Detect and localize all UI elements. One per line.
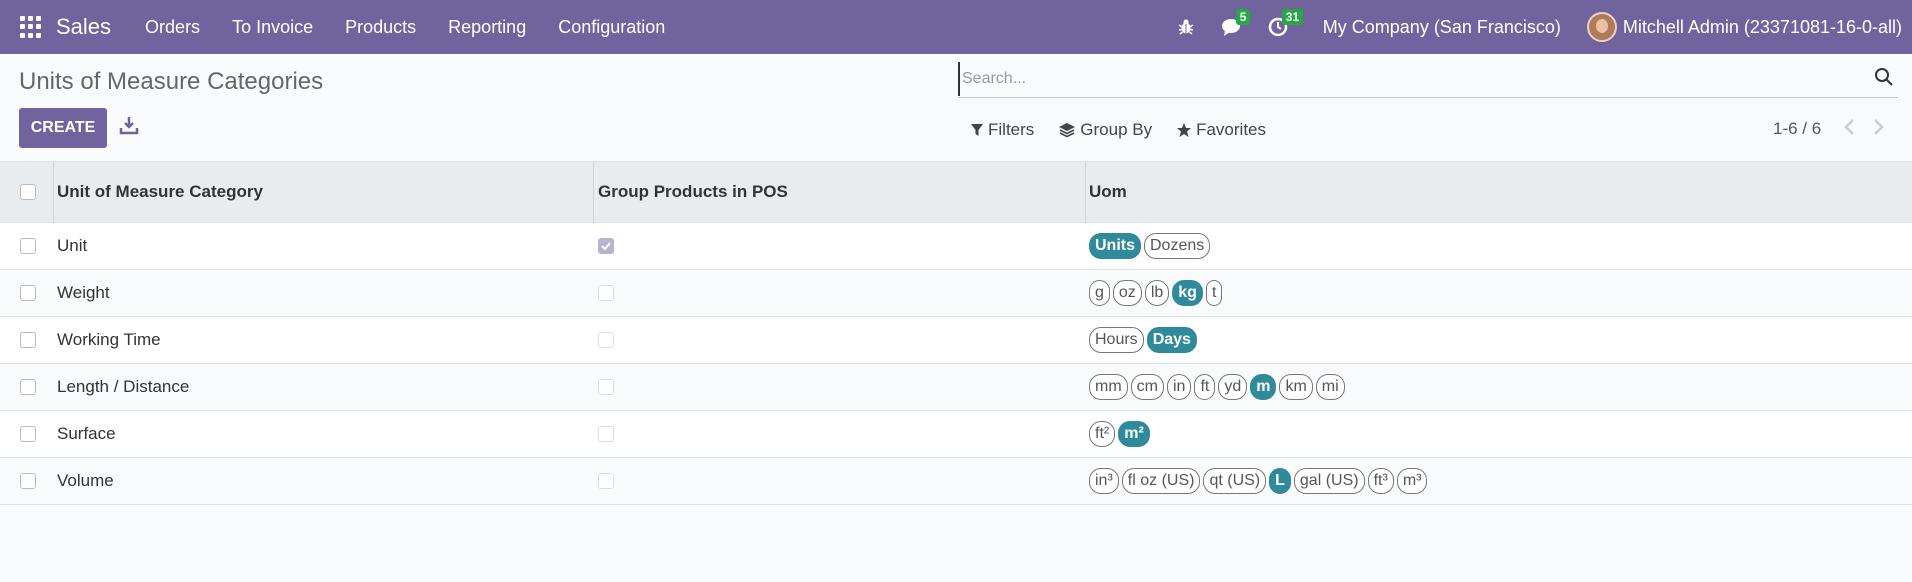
uom-tag: m³: [1396, 468, 1428, 494]
table-header: Unit of Measure Category Group Products …: [0, 161, 1912, 224]
uom-tags: ft² m²: [1089, 421, 1153, 447]
uom-tag-reference: Days: [1146, 327, 1197, 353]
uom-tag: yd: [1218, 374, 1248, 400]
header-category[interactable]: Unit of Measure Category: [57, 182, 263, 202]
user-avatar[interactable]: [1586, 12, 1617, 42]
uom-tag: mm: [1089, 374, 1128, 400]
group-pos-checkbox: [598, 332, 614, 348]
filters-label: Filters: [988, 120, 1035, 139]
category-name: Weight: [57, 283, 110, 302]
search-bar: [958, 62, 1898, 98]
uom-tag: qt (US): [1203, 468, 1267, 494]
menu-orders[interactable]: Orders: [129, 0, 216, 54]
category-name: Working Time: [57, 330, 161, 349]
menu-products[interactable]: Products: [329, 0, 432, 54]
select-all-checkbox[interactable]: [20, 184, 36, 200]
favorites-label: Favorites: [1196, 120, 1267, 139]
uom-tag: km: [1279, 374, 1313, 400]
groupby-label: Group By: [1080, 120, 1153, 139]
table-row[interactable]: Unit Units Dozens: [0, 223, 1912, 270]
row-select-checkbox[interactable]: [20, 332, 36, 348]
uom-tag: ft: [1194, 374, 1216, 400]
uom-tag-reference: L: [1269, 468, 1291, 494]
uom-tag: oz: [1112, 280, 1142, 306]
pager-value[interactable]: 1-6 / 6: [1773, 119, 1821, 139]
uom-tag-reference: m²: [1118, 421, 1150, 447]
category-name: Unit: [57, 236, 88, 255]
uom-tag: cm: [1130, 374, 1164, 400]
menu-configuration[interactable]: Configuration: [542, 0, 681, 54]
uom-tags: Hours Days: [1089, 327, 1200, 353]
page-title[interactable]: Units of Measure Categories: [19, 68, 323, 96]
star-icon: [1177, 123, 1192, 137]
groupby-dropdown[interactable]: Group By: [1058, 120, 1152, 140]
messages-chat-icon[interactable]: 5: [1217, 0, 1251, 54]
uom-tag: ft²: [1089, 421, 1116, 447]
app-name[interactable]: Sales: [56, 14, 111, 40]
uom-tag-reference: m: [1250, 374, 1277, 400]
filters-dropdown[interactable]: Filters: [970, 120, 1034, 140]
uom-tag-reference: Units: [1089, 233, 1141, 259]
uom-tag: in³: [1089, 468, 1119, 494]
group-pos-checkbox: [598, 426, 614, 442]
search-icon[interactable]: [1874, 67, 1898, 91]
uom-category-list: Unit of Measure Category Group Products …: [0, 161, 1912, 505]
uom-tags: Units Dozens: [1089, 233, 1213, 259]
user-menu[interactable]: Mitchell Admin (23371081-16-0-all): [1623, 17, 1902, 38]
category-name: Surface: [57, 424, 116, 443]
group-pos-checkbox: [598, 473, 614, 489]
uom-tag: t: [1205, 280, 1223, 306]
row-select-checkbox[interactable]: [20, 379, 36, 395]
category-name: Volume: [57, 471, 114, 490]
uom-tag: lb: [1144, 280, 1170, 306]
uom-tag: mi: [1315, 374, 1345, 400]
filter-icon: [971, 124, 983, 136]
uom-tag: fl oz (US): [1121, 468, 1201, 494]
category-name: Length / Distance: [57, 377, 190, 396]
pager-next-icon[interactable]: [1871, 117, 1885, 137]
uom-tag-reference: kg: [1172, 280, 1203, 306]
uom-tag: in: [1166, 374, 1192, 400]
group-pos-checkbox: [598, 379, 614, 395]
messages-badge: 5: [1235, 9, 1251, 25]
navbar-right: 5 31 My Company (San Francisco) Mitchell…: [1163, 0, 1912, 54]
search-panel-toggles: Filters Group By Favorites: [970, 120, 1290, 140]
header-uom[interactable]: Uom: [1089, 182, 1127, 202]
table-row[interactable]: Length / Distance mm cm in ft yd m km mi: [0, 364, 1912, 411]
menu-to-invoice[interactable]: To Invoice: [216, 0, 329, 54]
uom-tag: gal (US): [1293, 468, 1365, 494]
header-group-pos[interactable]: Group Products in POS: [598, 182, 788, 202]
debug-bug-icon[interactable]: [1171, 0, 1201, 54]
table-row[interactable]: Volume in³ fl oz (US) qt (US) Lgal (US) ft³ m³: [0, 458, 1912, 505]
uom-tag: Dozens: [1144, 233, 1211, 259]
uom-tag: g: [1089, 280, 1110, 306]
group-pos-checkbox: [598, 238, 614, 254]
activities-clock-icon[interactable]: 31: [1263, 0, 1304, 54]
group-pos-checkbox: [598, 285, 614, 301]
row-select-checkbox[interactable]: [20, 473, 36, 489]
uom-tag: Hours: [1089, 327, 1144, 353]
favorites-dropdown[interactable]: Favorites: [1176, 120, 1266, 140]
download-icon[interactable]: [119, 115, 139, 137]
search-input[interactable]: [958, 62, 1858, 96]
row-select-checkbox[interactable]: [20, 285, 36, 301]
table-row[interactable]: Surface ft² m²: [0, 411, 1912, 458]
uom-tags: mm cm in ft yd m km mi: [1089, 374, 1348, 400]
apps-menu-icon[interactable]: [20, 16, 42, 38]
menu-reporting[interactable]: Reporting: [432, 0, 542, 54]
uom-tags: g oz lb kg t: [1089, 280, 1225, 306]
uom-tag: ft³: [1367, 468, 1394, 494]
company-switcher[interactable]: My Company (San Francisco): [1323, 17, 1561, 38]
top-navbar: Sales Orders To Invoice Products Reporti…: [0, 0, 1912, 54]
layers-icon: [1059, 123, 1076, 138]
row-select-checkbox[interactable]: [20, 238, 36, 254]
table-row[interactable]: Weight g oz lb kg t: [0, 270, 1912, 317]
uom-tags: in³ fl oz (US) qt (US) Lgal (US) ft³ m³: [1089, 468, 1430, 494]
activities-badge: 31: [1281, 9, 1304, 25]
pager-previous-icon[interactable]: [1843, 117, 1857, 137]
row-select-checkbox[interactable]: [20, 426, 36, 442]
table-row[interactable]: Working Time Hours Days: [0, 317, 1912, 364]
create-button[interactable]: CREATE: [19, 108, 107, 148]
